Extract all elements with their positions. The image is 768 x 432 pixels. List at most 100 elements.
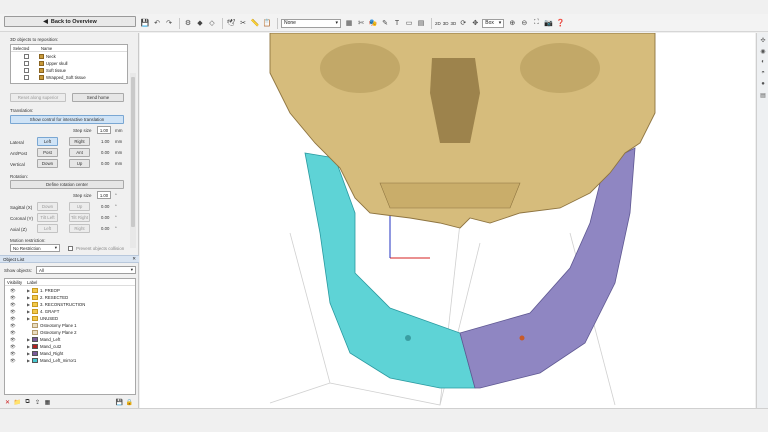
vertical-up-button[interactable]: Up: [69, 159, 90, 168]
screenshot-icon[interactable]: ▦: [344, 18, 354, 28]
lock-icon[interactable]: 🔒: [126, 399, 133, 406]
help-icon[interactable]: ❓: [555, 18, 565, 28]
antpost-ant-button[interactable]: Ant: [69, 148, 90, 157]
coronal-tilt-left-button[interactable]: Tilt Left: [37, 213, 58, 222]
coronal-tilt-right-button[interactable]: Tilt Right: [69, 213, 90, 222]
back-to-overview-button[interactable]: ◀ Back to Overview: [4, 16, 136, 27]
delete-icon[interactable]: ✕: [4, 399, 11, 406]
plane-cut-icon[interactable]: ✂: [238, 18, 248, 28]
grid-icon[interactable]: ▦: [44, 399, 51, 406]
list-item[interactable]: 👁 ▶ Mand_Left_mirror1: [5, 357, 135, 364]
rotation-step-input[interactable]: 1.00: [97, 191, 111, 199]
list-item[interactable]: 👁 ▶ 3. RECONSTRUCTION: [5, 301, 135, 308]
eye-icon[interactable]: 👁: [10, 316, 17, 322]
grid-icon[interactable]: ▤: [416, 18, 426, 28]
text-icon[interactable]: T: [392, 18, 402, 28]
vertical-down-button[interactable]: Down: [37, 159, 58, 168]
axial-left-button[interactable]: Left: [37, 224, 58, 233]
save-icon[interactable]: 💾: [140, 18, 150, 28]
scrollbar-thumb[interactable]: [131, 77, 135, 227]
panel-scrollbar[interactable]: [130, 73, 136, 248]
view-3d-toggle[interactable]: 3D: [443, 21, 449, 26]
list-item[interactable]: 👁 ▶ Mand_cut2: [5, 343, 135, 350]
list-item[interactable]: 👁 ▶ 1. PREOP: [5, 287, 135, 294]
table-row[interactable]: Wrapped_Soft tissue: [11, 74, 127, 81]
sagittal-down-button[interactable]: Down: [37, 202, 58, 211]
front-view-icon[interactable]: ◉: [759, 47, 767, 55]
copy-icon[interactable]: ⧉: [24, 399, 31, 406]
select-checkbox[interactable]: [24, 54, 29, 59]
define-rotation-center-button[interactable]: Define rotation center: [10, 180, 124, 189]
list-item[interactable]: 👁 ▶ UNUSED: [5, 315, 135, 322]
send-home-button[interactable]: Send home: [72, 93, 124, 102]
view-3d-alt-toggle[interactable]: 3D: [451, 21, 457, 26]
interactive-translation-button[interactable]: Show control for interactive translation: [10, 115, 124, 124]
orientation-icon[interactable]: ✣: [759, 36, 767, 44]
layers-icon[interactable]: ▤: [759, 91, 767, 99]
fit-view-icon[interactable]: ⛶: [531, 18, 541, 28]
mesh-icon[interactable]: ◇: [207, 18, 217, 28]
list-item[interactable]: 👁 ▶ Mand_Left: [5, 336, 135, 343]
objects-icon[interactable]: ◆: [195, 18, 205, 28]
lateral-left-button[interactable]: Left: [37, 137, 58, 146]
mode-select[interactable]: Box ▾: [482, 18, 505, 28]
list-item[interactable]: 👁 ▶ 4. GRAFT: [5, 308, 135, 315]
table-row[interactable]: Soft tissue: [11, 67, 127, 74]
list-item[interactable]: 👁 ▶ 2. RESECTED: [5, 294, 135, 301]
export-icon[interactable]: ⇪: [34, 399, 41, 406]
antpost-post-button[interactable]: Post: [37, 148, 58, 157]
eye-icon[interactable]: 👁: [10, 309, 17, 315]
lateral-right-button[interactable]: Right: [69, 137, 90, 146]
skull-3d-model[interactable]: [140, 33, 755, 408]
camera-icon[interactable]: 📷: [543, 18, 553, 28]
segment-icon[interactable]: ⚙: [183, 18, 193, 28]
motion-restriction-select[interactable]: No Restriction ▾: [10, 244, 60, 252]
folder-icon[interactable]: 📁: [14, 399, 21, 406]
eye-icon[interactable]: 👁: [10, 351, 17, 357]
list-item[interactable]: 👁 Osteotomy Plane 2: [5, 329, 135, 336]
scissors-icon[interactable]: ✄: [356, 18, 366, 28]
zoom-in-icon[interactable]: ⊕: [507, 18, 517, 28]
bird-icon[interactable]: 🕊: [226, 18, 236, 28]
eye-icon[interactable]: 👁: [10, 344, 17, 350]
main-toolbar: 💾 ↶ ↷ ⚙ ◆ ◇ 🕊 ✂ 📏 📋 None ▾ ▦ ✄ 🎭 ✎ T ▭ ▤…: [140, 15, 768, 31]
save-icon[interactable]: 💾: [116, 399, 123, 406]
eye-icon[interactable]: 👁: [10, 295, 17, 301]
eye-icon[interactable]: 👁: [10, 323, 17, 329]
translation-step-input[interactable]: 1.00: [97, 126, 111, 134]
color-icon[interactable]: ●: [759, 80, 767, 88]
select-checkbox[interactable]: [24, 68, 29, 73]
show-objects-select[interactable]: All ▾: [36, 266, 136, 274]
rotate-icon[interactable]: ⟳: [458, 18, 468, 28]
mask-icon[interactable]: 🎭: [368, 18, 378, 28]
eye-icon[interactable]: 👁: [10, 337, 17, 343]
list-item[interactable]: 👁 Osteotomy Plane 1: [5, 322, 135, 329]
eye-icon[interactable]: 👁: [10, 288, 17, 294]
table-row[interactable]: Neck: [11, 53, 127, 60]
layout-icon[interactable]: ▭: [404, 18, 414, 28]
eye-icon[interactable]: 👁: [10, 358, 17, 364]
eye-icon[interactable]: 👁: [10, 302, 17, 308]
close-icon[interactable]: ✕: [132, 256, 136, 262]
eye-icon[interactable]: 👁: [10, 330, 17, 336]
list-item[interactable]: 👁 ▶ Mand_Right: [5, 350, 135, 357]
select-checkbox[interactable]: [24, 61, 29, 66]
move-icon[interactable]: ✥: [470, 18, 480, 28]
reset-superior-button[interactable]: Reset along superior: [10, 93, 66, 102]
pen-icon[interactable]: ✎: [380, 18, 390, 28]
table-row[interactable]: Upper skull: [11, 60, 127, 67]
view-select[interactable]: None ▾: [281, 18, 341, 28]
side-view-icon[interactable]: ◐: [759, 58, 767, 66]
zoom-out-icon[interactable]: ⊖: [519, 18, 529, 28]
axial-right-button[interactable]: Right: [69, 224, 90, 233]
select-checkbox[interactable]: [24, 75, 29, 80]
3d-viewport[interactable]: [140, 33, 755, 408]
ruler-icon[interactable]: 📏: [250, 18, 260, 28]
undo-icon[interactable]: ↶: [152, 18, 162, 28]
top-view-icon[interactable]: ◓: [759, 69, 767, 77]
view-2d-toggle[interactable]: 2D: [435, 21, 441, 26]
clipboard-icon[interactable]: 📋: [262, 18, 272, 28]
prevent-collision-checkbox[interactable]: [68, 246, 73, 251]
sagittal-up-button[interactable]: Up: [69, 202, 90, 211]
redo-icon[interactable]: ↷: [164, 18, 174, 28]
